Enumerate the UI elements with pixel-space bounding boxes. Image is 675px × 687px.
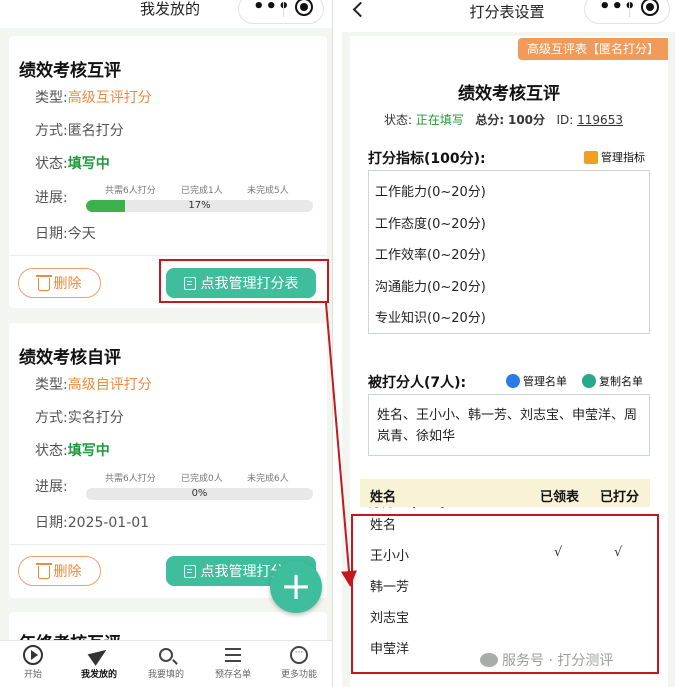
page-title: 我发放的 bbox=[139, 0, 200, 18]
trash-icon bbox=[35, 562, 52, 579]
status-row: 状态:填写中 bbox=[35, 443, 110, 459]
mode-value: 实名打分 bbox=[67, 410, 124, 426]
tab-my-issued[interactable]: 我发放的 bbox=[66, 643, 132, 680]
close-target-icon[interactable] bbox=[295, 0, 313, 16]
delete-button[interactable]: 删除 bbox=[18, 556, 101, 586]
send-plane-icon bbox=[87, 644, 111, 666]
status-row: 状态:填写中 bbox=[35, 156, 110, 172]
date-row: 日期:2025-01-01 bbox=[35, 515, 150, 531]
done-count: 已完成1人 bbox=[181, 186, 223, 196]
page-title: 打分表设置 bbox=[469, 3, 545, 21]
type-row: 类型:高级互评打分 bbox=[35, 90, 152, 106]
rated-names: 姓名、王小小、韩一芳、刘志宝、申莹洋、周岚青、徐如华 bbox=[377, 408, 638, 444]
type-value: 高级自评打分 bbox=[67, 377, 152, 393]
more-icon[interactable]: ••• bbox=[599, 0, 637, 17]
list-item: 工作能力(0~20分) bbox=[375, 185, 486, 200]
list-icon bbox=[225, 648, 241, 662]
right-phone-screen: 打分表设置 ••• 高级互评表【匿名打分】 绩效考核互评 状态: 正在填写 总分… bbox=[342, 0, 675, 687]
status-badge: 填写中 bbox=[67, 443, 110, 459]
tab-more[interactable]: ··· 更多功能 bbox=[266, 643, 332, 680]
manage-list-button[interactable]: 管理名单 bbox=[506, 373, 567, 389]
manage-indicators-button[interactable]: 管理指标 bbox=[584, 149, 645, 165]
indicators-title: 打分指标(100分): bbox=[368, 151, 486, 167]
right-nav-bar: 打分表设置 ••• bbox=[342, 0, 675, 32]
total-score: 100分 bbox=[507, 113, 546, 127]
copy-list-button[interactable]: 复制名单 bbox=[582, 373, 643, 389]
user-icon bbox=[506, 374, 520, 388]
card-divider bbox=[9, 544, 327, 545]
list-item: 工作态度(0~20分) bbox=[375, 217, 486, 232]
list-item: 沟通能力(0~20分) bbox=[375, 280, 486, 295]
total-count: 共需6人打分 bbox=[105, 186, 156, 196]
date-value: 今天 bbox=[67, 226, 96, 242]
type-value: 高级互评打分 bbox=[67, 90, 152, 106]
sheet-title: 绩效考核互评 bbox=[458, 84, 560, 104]
more-circle-icon: ··· bbox=[290, 646, 308, 664]
copy-icon bbox=[582, 374, 596, 388]
progress-label: 进展: bbox=[35, 479, 68, 495]
mode-row: 方式:实名打分 bbox=[35, 410, 124, 426]
indicators-list: 工作能力(0~20分) 工作态度(0~20分) 工作效率(0~20分) 沟通能力… bbox=[368, 170, 650, 334]
left-phone-screen: 我发放的 ••• 绩效考核互评 类型:高级互评打分 方式:匿名打分 状态:填写中… bbox=[0, 0, 333, 687]
bottom-tab-bar: 开始 我发放的 我要填的 预存名单 ··· 更多功能 bbox=[0, 640, 332, 687]
mini-program-capsule[interactable]: ••• bbox=[238, 0, 324, 24]
wechat-icon bbox=[480, 653, 498, 667]
card-title: 绩效考核互评 bbox=[19, 61, 121, 81]
list-item: 工作效率(0~20分) bbox=[375, 248, 486, 263]
close-target-icon[interactable] bbox=[641, 0, 659, 16]
done-count: 已完成0人 bbox=[181, 474, 223, 484]
rated-people-title: 被打分人(7人): bbox=[368, 375, 467, 391]
date-row: 日期:今天 bbox=[35, 226, 96, 242]
status-badge: 正在填写 bbox=[415, 113, 464, 127]
undone-count: 未完成5人 bbox=[247, 186, 289, 196]
add-fab-button[interactable]: + bbox=[270, 561, 322, 613]
progress-label: 进展: bbox=[35, 190, 68, 206]
list-item: 专业知识(0~20分) bbox=[375, 311, 486, 326]
header-received: 已领表 bbox=[540, 490, 580, 505]
total-count: 共需6人打分 bbox=[105, 474, 156, 484]
delete-button[interactable]: 删除 bbox=[18, 268, 101, 298]
card-title: 绩效考核自评 bbox=[19, 348, 121, 368]
left-nav-bar: 我发放的 ••• bbox=[0, 0, 332, 28]
header-scored: 已打分 bbox=[600, 490, 640, 505]
document-icon bbox=[183, 564, 196, 578]
more-icon[interactable]: ••• bbox=[253, 0, 291, 17]
edit-icon bbox=[584, 150, 598, 164]
date-value: 2025-01-01 bbox=[67, 515, 150, 531]
search-icon bbox=[159, 648, 173, 662]
status-badge: 填写中 bbox=[67, 156, 110, 172]
tab-start[interactable]: 开始 bbox=[0, 643, 66, 680]
rated-names-box: 姓名、王小小、韩一芳、刘志宝、申莹洋、周岚青、徐如华 bbox=[368, 394, 650, 456]
highlight-frame bbox=[159, 259, 329, 303]
mini-program-capsule[interactable]: ••• bbox=[584, 0, 670, 24]
header-name: 姓名 bbox=[370, 490, 397, 505]
tab-to-fill[interactable]: 我要填的 bbox=[133, 643, 199, 680]
progress-percent: 17% bbox=[188, 200, 211, 211]
capsule-separator bbox=[629, 1, 630, 17]
mode-row: 方式:匿名打分 bbox=[35, 123, 124, 139]
table-header: 姓名 已领表 已打分 bbox=[360, 479, 650, 507]
tab-saved-lists[interactable]: 预存名单 bbox=[200, 643, 266, 680]
sheet-meta: 状态: 正在填写 总分: 100分 ID: 119653 bbox=[384, 113, 623, 127]
type-row: 类型:高级自评打分 bbox=[35, 377, 152, 393]
undone-count: 未完成6人 bbox=[247, 474, 289, 484]
play-icon bbox=[23, 645, 43, 665]
mode-value: 匿名打分 bbox=[67, 123, 124, 139]
capsule-separator bbox=[283, 1, 284, 17]
task-card[interactable]: 绩效考核自评 类型:高级自评打分 方式:实名打分 状态:填写中 进展: 共需6人… bbox=[9, 323, 327, 598]
trash-icon bbox=[35, 274, 52, 291]
sheet-id-link[interactable]: 119653 bbox=[577, 113, 623, 127]
progress-percent: 0% bbox=[191, 488, 208, 499]
sheet-type-tag: 高级互评表【匿名打分】 bbox=[517, 38, 668, 60]
back-icon[interactable] bbox=[352, 1, 369, 18]
watermark: 服务号 · 打分测评 bbox=[480, 650, 613, 670]
card-divider bbox=[9, 255, 327, 256]
